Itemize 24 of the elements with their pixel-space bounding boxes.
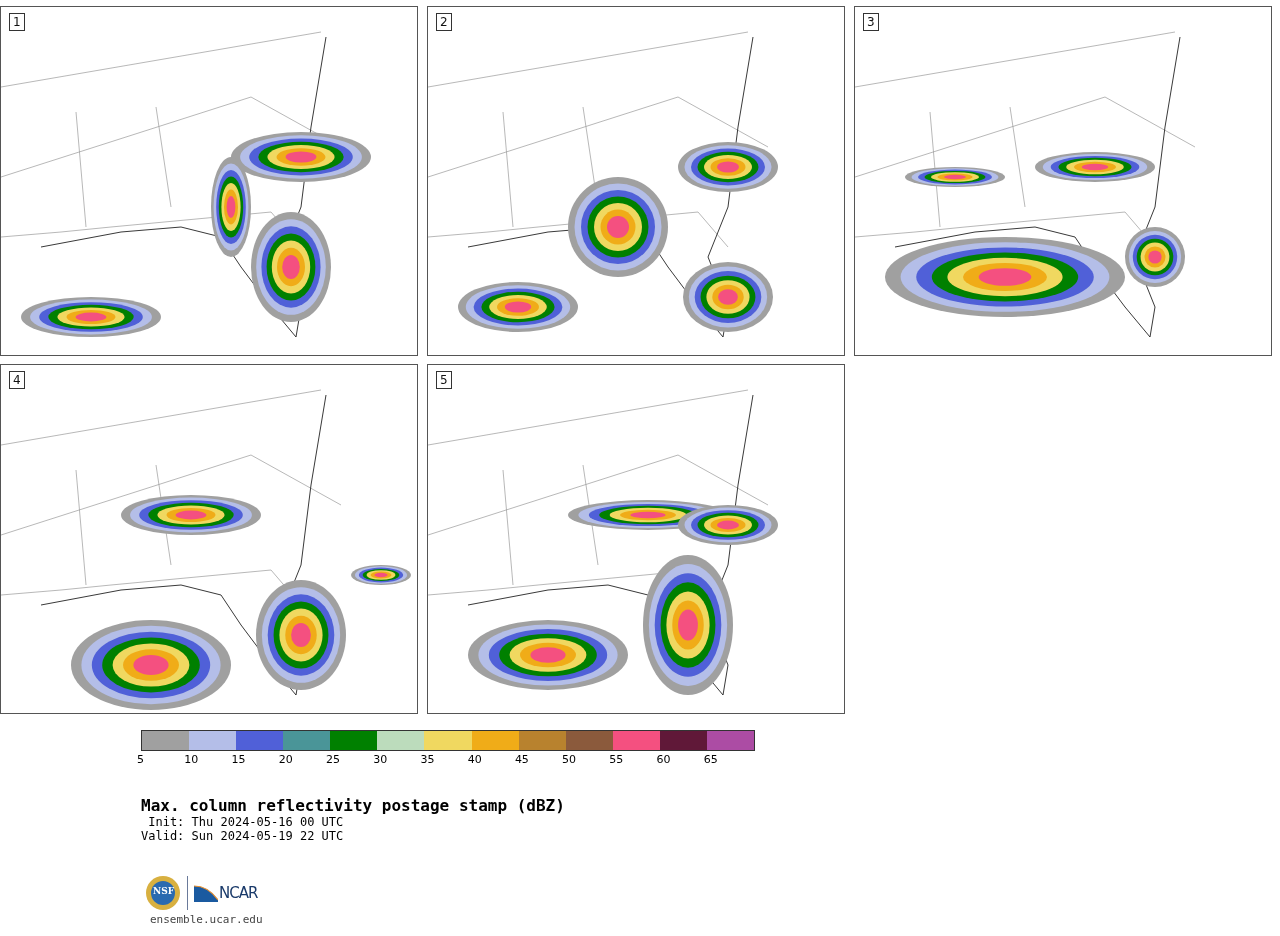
tick-label: 30 [373, 752, 389, 766]
nsf-logo: NSF [145, 875, 181, 911]
tick-label: 35 [420, 752, 436, 766]
tick-label: 5 [137, 752, 145, 766]
site-url: ensemble.ucar.edu [150, 913, 264, 926]
ncar-logo: NCAR [194, 884, 258, 902]
panel-number: 3 [863, 13, 879, 31]
panel-number: 4 [9, 371, 25, 389]
tick-label: 40 [467, 752, 483, 766]
panel-number: 2 [436, 13, 452, 31]
tick-label: 10 [184, 752, 200, 766]
init-time: Init: Thu 2024-05-16 00 UTC [147, 815, 345, 829]
tick-label: 25 [325, 752, 341, 766]
tick-label: 65 [703, 752, 719, 766]
chart-title: Max. column reflectivity postage stamp (dBZ) [141, 796, 566, 815]
tick-label: 15 [231, 752, 247, 766]
tick-label: 45 [514, 752, 530, 766]
tick-label: 50 [562, 752, 578, 766]
panel-number: 5 [436, 371, 452, 389]
panel-number: 1 [9, 13, 25, 31]
valid-time: Valid: Sun 2024-05-19 22 UTC [141, 829, 345, 843]
tick-label: 55 [609, 752, 625, 766]
tick-label: 60 [656, 752, 672, 766]
tick-label: 20 [278, 752, 294, 766]
